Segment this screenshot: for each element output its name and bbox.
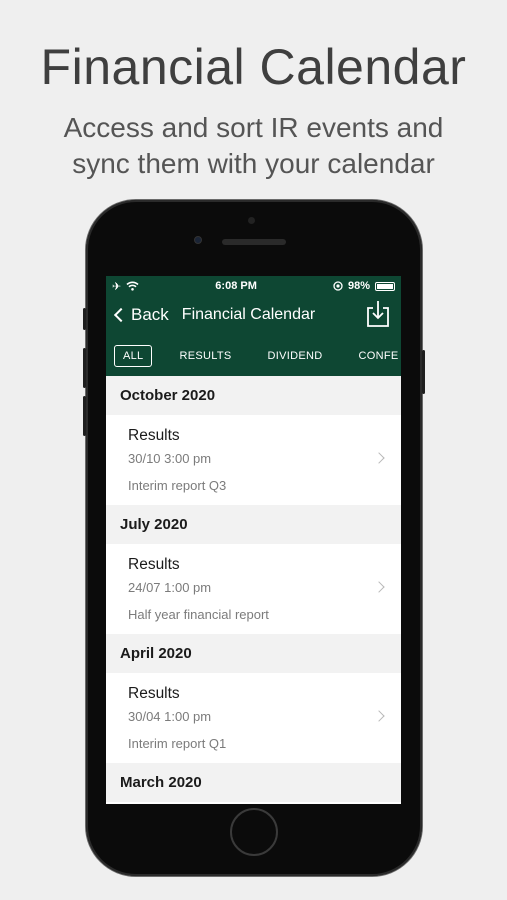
navigation-bar: Back Financial Calendar <box>106 296 401 336</box>
home-button[interactable] <box>230 808 278 856</box>
event-datetime: 24/07 1:00 pm <box>128 580 212 595</box>
power-button <box>422 350 425 394</box>
tab-all[interactable]: ALL <box>114 345 153 367</box>
event-datetime: 30/10 3:00 pm <box>128 451 212 466</box>
tab-results[interactable]: RESULTS <box>179 350 231 362</box>
download-icon <box>367 301 389 327</box>
event-datetime: 30/04 1:00 pm <box>128 709 212 724</box>
event-description: Interim report Q3 <box>128 478 227 493</box>
event-description: Interim report Q1 <box>128 736 227 751</box>
month-header: July 2020 <box>106 505 401 544</box>
promo-subtitle: Access and sort IR events and sync them … <box>0 110 507 182</box>
proximity-sensor <box>248 217 255 224</box>
volume-down-button <box>83 396 86 436</box>
event-row[interactable]: Results 24/07 1:00 pm Half year financia… <box>106 544 401 634</box>
airplane-icon: ✈ <box>112 280 122 293</box>
chevron-right-icon <box>373 581 385 593</box>
filter-tabs: ALL RESULTS DIVIDEND CONFE <box>106 336 401 376</box>
event-title: Results <box>128 427 180 444</box>
volume-up-button <box>83 348 86 388</box>
event-description: Half year financial report <box>128 607 269 622</box>
phone-frame: ✈ 6:08 PM 98% Back Financial Calendar AL… <box>83 200 425 876</box>
download-button[interactable] <box>365 300 391 328</box>
event-row[interactable]: Results 30/10 3:00 pm Interim report Q3 <box>106 415 401 505</box>
chevron-right-icon <box>373 710 385 722</box>
front-camera <box>194 236 202 244</box>
event-row[interactable]: Results 30/04 1:00 pm Interim report Q1 <box>106 673 401 763</box>
status-time: 6:08 PM <box>215 280 257 292</box>
event-list: October 2020 Results 30/10 3:00 pm Inter… <box>106 376 401 802</box>
page-title: Financial Calendar <box>181 306 316 323</box>
app-screen: ✈ 6:08 PM 98% Back Financial Calendar AL… <box>106 276 401 804</box>
battery-icon <box>374 281 395 291</box>
mute-switch <box>83 308 86 330</box>
earpiece-speaker <box>222 239 286 245</box>
promo-subtitle-line: Access and sort IR events and <box>63 112 444 143</box>
month-header: April 2020 <box>106 634 401 673</box>
tab-dividend[interactable]: DIVIDEND <box>268 350 323 362</box>
event-title: Results <box>128 685 180 702</box>
tab-conferences[interactable]: CONFE <box>358 350 398 362</box>
month-header: October 2020 <box>106 376 401 415</box>
location-icon <box>333 281 343 291</box>
promo-title: Financial Calendar <box>40 39 467 95</box>
status-bar: ✈ 6:08 PM 98% <box>106 276 401 296</box>
battery-percent: 98% <box>347 280 370 292</box>
app-header: ✈ 6:08 PM 98% Back Financial Calendar AL… <box>106 276 401 376</box>
wifi-icon <box>126 281 139 291</box>
chevron-right-icon <box>373 452 385 464</box>
month-header: March 2020 <box>106 763 401 802</box>
event-title: Results <box>128 556 180 573</box>
promo-subtitle-line: sync them with your calendar <box>72 148 435 179</box>
